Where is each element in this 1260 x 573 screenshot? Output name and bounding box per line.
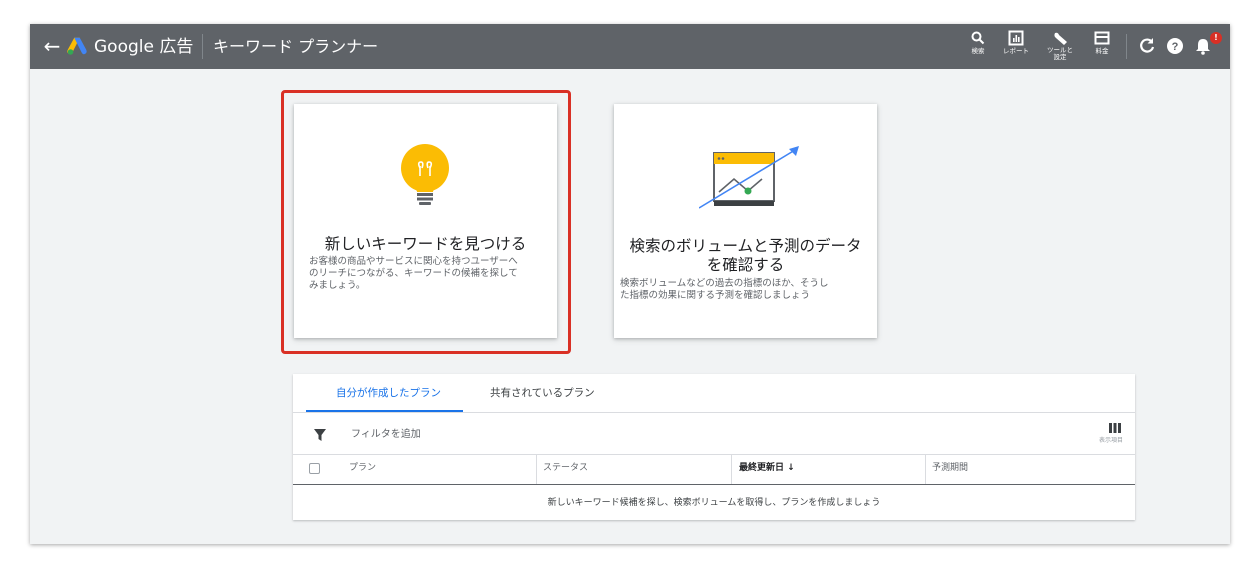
column-divider bbox=[536, 455, 537, 485]
reports-label: レポート bbox=[1003, 47, 1029, 55]
back-arrow-icon[interactable]: ← bbox=[40, 34, 64, 58]
billing-icon bbox=[1094, 31, 1110, 45]
discover-keywords-card[interactable]: 新しいキーワードを見つける お客様の商品やサービスに関心を持つユーザーへ のリー… bbox=[294, 104, 557, 338]
billing-button[interactable]: 料金 bbox=[1082, 30, 1122, 66]
header-divider bbox=[202, 34, 203, 59]
forecast-title: 検索のボリュームと予測のデータ を確認する bbox=[629, 237, 862, 274]
plans-panel: 自分が作成したプラン 共有されているプラン フィルタを追加 表示項目 プラン ス… bbox=[293, 374, 1135, 520]
select-all-checkbox[interactable] bbox=[309, 463, 320, 474]
help-icon[interactable]: ? bbox=[1165, 36, 1185, 56]
refresh-icon[interactable] bbox=[1137, 36, 1157, 56]
tools-settings-label: ツールと設定 bbox=[1047, 46, 1073, 61]
notification-badge: ! bbox=[1210, 32, 1222, 44]
page-title: キーワード プランナー bbox=[213, 37, 379, 56]
columns-label: 表示項目 bbox=[1099, 437, 1124, 444]
columns-icon[interactable] bbox=[1109, 423, 1121, 433]
column-divider bbox=[925, 455, 926, 485]
column-header-plan[interactable]: プラン bbox=[349, 462, 376, 474]
tab-shared-plans[interactable]: 共有されているプラン bbox=[490, 386, 595, 400]
column-header-last-modified[interactable]: 最終更新日 ↓ bbox=[739, 462, 795, 474]
header-divider-2 bbox=[1126, 34, 1127, 59]
empty-state-message: 新しいキーワード候補を探し、検索ボリュームを取得し、プランを作成しましょう bbox=[547, 498, 881, 508]
search-label: 検索 bbox=[971, 47, 985, 55]
lightbulb-icon bbox=[401, 144, 449, 205]
search-button[interactable]: 検索 bbox=[958, 30, 998, 66]
add-filter-button[interactable]: フィルタを追加 bbox=[351, 428, 421, 442]
billing-label: 料金 bbox=[1095, 47, 1109, 55]
top-bar: ← Google 広告 キーワード プランナー 検索 レポート ツールと設定 料… bbox=[30, 24, 1230, 69]
column-header-status[interactable]: ステータス bbox=[543, 462, 588, 474]
column-divider bbox=[731, 455, 732, 485]
app-window: ← Google 広告 キーワード プランナー 検索 レポート ツールと設定 料… bbox=[30, 24, 1230, 544]
forecast-description: 検索ボリュームなどの過去の指標のほか、そうし た指標の効果に関する予測を確認しま… bbox=[620, 278, 829, 301]
discover-keywords-description: お客様の商品やサービスに関心を持つユーザーへ のリーチにつながる、キーワードの候… bbox=[309, 256, 518, 291]
google-ads-logo-icon bbox=[67, 37, 87, 55]
tab-my-plans[interactable]: 自分が作成したプラン bbox=[336, 386, 441, 400]
discover-keywords-title: 新しいキーワードを見つける bbox=[324, 235, 527, 253]
report-icon bbox=[1008, 30, 1024, 46]
divider bbox=[293, 412, 1135, 413]
tools-settings-button[interactable]: ツールと設定 bbox=[1038, 30, 1082, 66]
column-header-forecast-period[interactable]: 予測期間 bbox=[932, 462, 968, 474]
forecast-chart-icon bbox=[699, 146, 799, 209]
search-icon bbox=[971, 31, 985, 45]
wrench-icon bbox=[1054, 32, 1067, 45]
filter-icon[interactable] bbox=[313, 428, 327, 442]
svg-text:?: ? bbox=[1172, 41, 1179, 53]
divider bbox=[293, 454, 1135, 455]
table-header-divider bbox=[293, 484, 1135, 485]
reports-button[interactable]: レポート bbox=[996, 30, 1036, 66]
brand-name: Google 広告 bbox=[94, 37, 194, 57]
forecast-card[interactable]: 検索のボリュームと予測のデータ を確認する 検索ボリュームなどの過去の指標のほか… bbox=[614, 104, 877, 338]
